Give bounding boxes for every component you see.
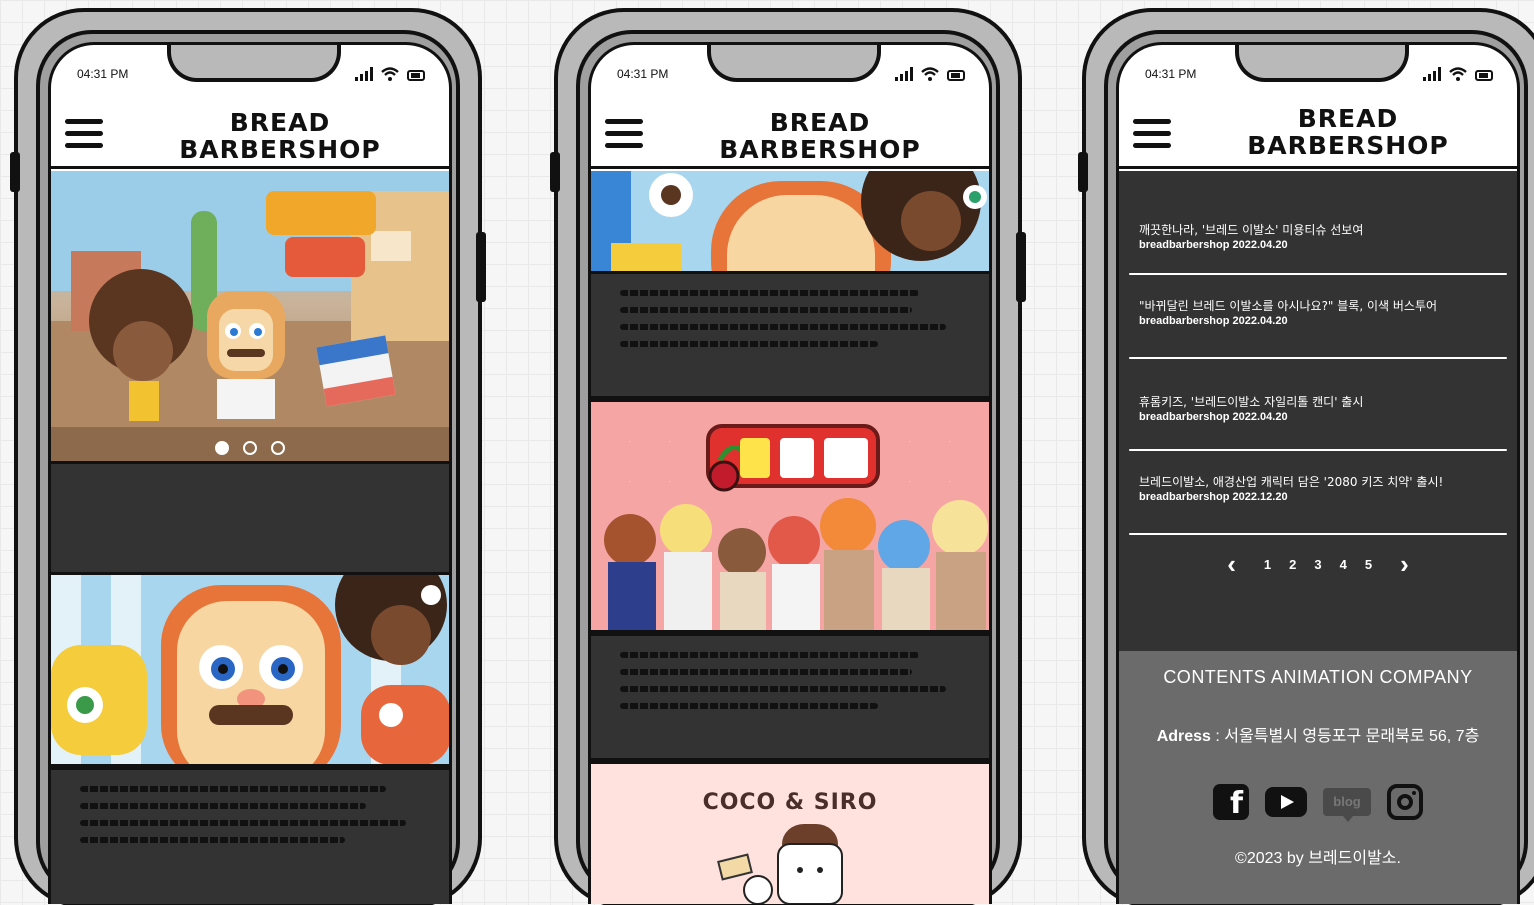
signal-icon bbox=[1423, 67, 1441, 81]
company-name: CONTENTS ANIMATION COMPANY bbox=[1163, 667, 1473, 687]
status-time: 04:31 PM bbox=[77, 67, 129, 81]
status-time: 04:31 PM bbox=[1145, 67, 1197, 81]
news-list: 깨끗한나라, '브레드 이발소' 미용티슈 선보여 breadbarbersho… bbox=[1119, 171, 1517, 535]
hero-carousel[interactable] bbox=[51, 171, 449, 461]
news-title: 휴롬키즈, '브레드이발소 자일리톨 캔디' 출시 bbox=[1139, 395, 1364, 409]
side-button bbox=[550, 152, 560, 192]
phone-mockup-1: 04:31 PM BREAD BARBERSHOP bbox=[10, 8, 486, 905]
signal-icon bbox=[355, 67, 373, 81]
chevron-right-icon[interactable]: › bbox=[1390, 549, 1419, 580]
cherry-toon-banner[interactable] bbox=[591, 399, 989, 633]
description-block bbox=[591, 633, 989, 761]
chevron-left-icon[interactable]: ‹ bbox=[1217, 549, 1246, 580]
character-thumbnail[interactable] bbox=[591, 171, 989, 271]
screen: 04:31 PM BREAD BARBERSHOP 깨끗한나라, '브레드 이발… bbox=[1116, 42, 1520, 904]
news-meta: breadbarbershop 2022.04.20 bbox=[1139, 239, 1288, 251]
character-group-image bbox=[591, 171, 989, 271]
character-thumbnail[interactable] bbox=[51, 575, 449, 767]
placeholder-text bbox=[591, 636, 989, 725]
content-placeholder bbox=[51, 461, 449, 575]
phone-mockup-3: 04:31 PM BREAD BARBERSHOP 깨끗한나라, '브레드 이발… bbox=[1078, 8, 1534, 905]
instagram-icon[interactable] bbox=[1387, 784, 1423, 820]
status-bar: 04:31 PM bbox=[1145, 65, 1493, 83]
screen: 04:31 PM BREAD BARBERSHOP bbox=[48, 42, 452, 904]
battery-icon bbox=[1475, 70, 1493, 81]
side-button bbox=[1078, 152, 1088, 192]
coco-siro-title: COCO & SIRO bbox=[702, 790, 878, 815]
battery-icon bbox=[947, 70, 965, 81]
news-section: 깨끗한나라, '브레드 이발소' 미용티슈 선보여 breadbarbersho… bbox=[1119, 171, 1517, 651]
page-4[interactable]: 4 bbox=[1340, 557, 1347, 572]
news-meta: breadbarbershop 2022.04.20 bbox=[1139, 411, 1288, 423]
coco-siro-banner[interactable]: COCO & SIRO bbox=[591, 761, 989, 904]
page-2[interactable]: 2 bbox=[1289, 557, 1296, 572]
news-item[interactable]: 휴롬키즈, '브레드이발소 자일리톨 캔디' 출시 breadbarbersho… bbox=[1119, 359, 1517, 451]
description-block bbox=[51, 767, 449, 904]
placeholder-text bbox=[51, 770, 449, 859]
side-button bbox=[476, 232, 486, 302]
news-title: 깨끗한나라, '브레드 이발소' 미용티슈 선보여 bbox=[1139, 223, 1364, 237]
page-5[interactable]: 5 bbox=[1365, 557, 1372, 572]
wifi-icon bbox=[1449, 67, 1467, 81]
menu-icon[interactable] bbox=[1133, 119, 1171, 151]
carousel-dots bbox=[51, 441, 449, 455]
blog-icon[interactable]: blog bbox=[1323, 788, 1371, 822]
youtube-icon[interactable] bbox=[1265, 787, 1307, 817]
status-time: 04:31 PM bbox=[617, 67, 669, 81]
app-header: BREAD BARBERSHOP bbox=[591, 97, 989, 169]
facebook-icon[interactable]: f bbox=[1213, 784, 1249, 821]
status-bar: 04:31 PM bbox=[617, 65, 965, 83]
placeholder-text bbox=[591, 274, 989, 363]
copyright: ©2023 by 브레드이발소. bbox=[1235, 850, 1401, 867]
status-bar: 04:31 PM bbox=[77, 65, 425, 83]
battery-icon bbox=[407, 70, 425, 81]
news-item[interactable]: "바뀌달린 브레드 이발소를 아시나요?" 블록, 이색 버스투어 breadb… bbox=[1119, 275, 1517, 359]
character-group-image bbox=[51, 575, 449, 764]
brand-logo-text[interactable]: BREAD BARBERSHOP bbox=[671, 109, 969, 163]
address-label: Adress bbox=[1156, 728, 1211, 745]
news-meta: breadbarbershop 2022.12.20 bbox=[1139, 491, 1288, 503]
brand-logo-text[interactable]: BREAD BARBERSHOP bbox=[1199, 105, 1497, 159]
page-3[interactable]: 3 bbox=[1314, 557, 1321, 572]
pagination: ‹ 1 2 3 4 5 › bbox=[1119, 549, 1517, 580]
hero-character-illustration bbox=[51, 171, 449, 461]
news-title: "바뀌달린 브레드 이발소를 아시나요?" 블록, 이색 버스투어 bbox=[1139, 299, 1438, 313]
site-footer: CONTENTS ANIMATION COMPANY Adress : 서울특별… bbox=[1119, 651, 1517, 904]
menu-icon[interactable] bbox=[65, 119, 103, 151]
side-button bbox=[1016, 232, 1026, 302]
coco-siro-illustration bbox=[717, 824, 843, 904]
carousel-dot[interactable] bbox=[215, 441, 229, 455]
screen: 04:31 PM BREAD BARBERSHOP bbox=[588, 42, 992, 904]
side-button bbox=[10, 152, 20, 192]
news-item[interactable]: 브레드이발소, 애경산업 캐릭터 담은 '2080 키즈 치약' 출시! bre… bbox=[1119, 451, 1517, 535]
menu-icon[interactable] bbox=[605, 119, 643, 151]
description-block bbox=[591, 271, 989, 399]
wifi-icon bbox=[381, 67, 399, 81]
app-header: BREAD BARBERSHOP bbox=[1119, 97, 1517, 169]
brand-logo-text[interactable]: BREAD BARBERSHOP bbox=[131, 109, 429, 163]
phone-mockup-2: 04:31 PM BREAD BARBERSHOP COCO & SIRO bbox=[550, 8, 1026, 905]
signal-icon bbox=[895, 67, 913, 81]
page-1[interactable]: 1 bbox=[1264, 557, 1271, 572]
cherry-toon-illustration bbox=[604, 424, 988, 630]
news-item[interactable]: 깨끗한나라, '브레드 이발소' 미용티슈 선보여 breadbarbersho… bbox=[1119, 171, 1517, 275]
news-title: 브레드이발소, 애경산업 캐릭터 담은 '2080 키즈 치약' 출시! bbox=[1139, 475, 1444, 489]
carousel-dot[interactable] bbox=[271, 441, 285, 455]
news-meta: breadbarbershop 2022.04.20 bbox=[1139, 315, 1288, 327]
social-links: f blog bbox=[1119, 784, 1517, 822]
wifi-icon bbox=[921, 67, 939, 81]
carousel-dot[interactable] bbox=[243, 441, 257, 455]
address-value: : 서울특별시 영등포구 문래북로 56, 7층 bbox=[1210, 728, 1480, 745]
app-header: BREAD BARBERSHOP bbox=[51, 97, 449, 169]
address: Adress : 서울특별시 영등포구 문래북로 56, 7층 bbox=[1119, 722, 1517, 746]
